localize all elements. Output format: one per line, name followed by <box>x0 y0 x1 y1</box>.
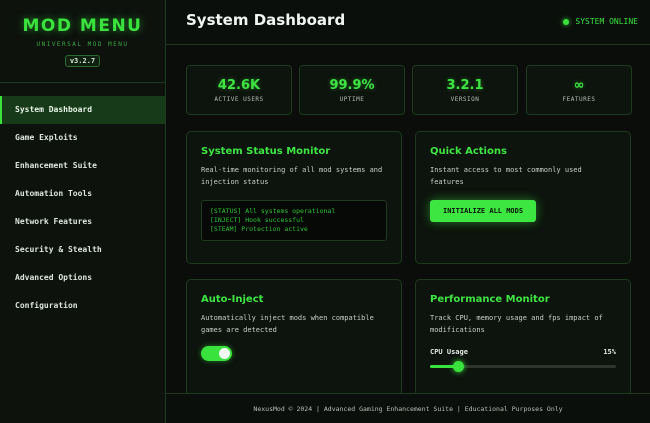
stat-card-version: 3.2.1 VERSION <box>412 65 518 115</box>
brand-header: MOD MENU UNIVERSAL MOD MENU v3.2.7 <box>0 0 165 83</box>
version-badge: v3.2.7 <box>64 55 101 67</box>
stat-card-uptime: 99.9% UPTIME <box>299 65 405 115</box>
sidebar: MOD MENU UNIVERSAL MOD MENU v3.2.7 Syste… <box>0 0 166 423</box>
sidebar-item-configuration[interactable]: Configuration <box>0 292 165 320</box>
card-title: System Status Monitor <box>201 146 331 157</box>
cpu-usage-value: 15% <box>603 348 616 356</box>
cpu-usage-slider[interactable] <box>430 361 616 372</box>
stat-card-active-users: 42.6K ACTIVE USERS <box>186 65 292 115</box>
card-title: Auto-Inject <box>201 294 264 305</box>
footer: NexusMod © 2024 | Advanced Gaming Enhanc… <box>166 393 650 423</box>
app-subtitle: UNIVERSAL MOD MENU <box>36 41 129 48</box>
stat-value: 42.6K <box>217 78 261 93</box>
card-title: Performance Monitor <box>430 294 550 305</box>
status-monitor-card: System Status Monitor Real-time monitori… <box>186 131 402 264</box>
stat-value: 3.2.1 <box>446 78 484 93</box>
sidebar-item-system-dashboard[interactable]: System Dashboard <box>0 96 165 124</box>
page-title: System Dashboard <box>186 11 346 29</box>
toggle-knob <box>219 348 230 359</box>
stat-label: UPTIME <box>339 96 365 103</box>
performance-monitor-card: Performance Monitor Track CPU, memory us… <box>415 279 631 396</box>
log-line: [STEAM] Protection active <box>210 225 308 233</box>
card-description: Real-time monitoring of all mod systems … <box>201 166 383 186</box>
stat-label: VERSION <box>450 96 480 103</box>
auto-inject-card: Auto-Inject Automatically inject mods wh… <box>186 279 402 396</box>
quick-actions-card: Quick Actions Instant access to most com… <box>415 131 631 264</box>
sidebar-item-enhancement-suite[interactable]: Enhancement Suite <box>0 152 165 180</box>
top-header: System Dashboard SYSTEM ONLINE <box>166 0 650 45</box>
stat-card-features: ∞ FEATURES <box>526 65 632 115</box>
auto-inject-toggle[interactable] <box>201 346 232 361</box>
sidebar-item-automation-tools[interactable]: Automation Tools <box>0 180 165 208</box>
sidebar-item-advanced-options[interactable]: Advanced Options <box>0 264 165 292</box>
log-line: [STATUS] All systems operational <box>210 207 336 215</box>
card-title: Quick Actions <box>430 146 507 157</box>
cpu-usage-row: CPU Usage 15% <box>430 348 616 356</box>
sidebar-item-network-features[interactable]: Network Features <box>0 208 165 236</box>
stat-value: ∞ <box>573 78 585 93</box>
card-description: Track CPU, memory usage and fps impact o… <box>430 314 603 334</box>
app-logo-title: MOD MENU <box>22 16 143 36</box>
cpu-usage-slider-thumb[interactable] <box>452 361 464 372</box>
card-description: Instant access to most commonly used fea… <box>430 166 582 186</box>
system-status-indicator: SYSTEM ONLINE <box>563 17 638 26</box>
log-line: [INJECT] Hook successful <box>210 216 304 224</box>
stat-label: FEATURES <box>562 96 596 103</box>
status-console: [STATUS] All systems operational [INJECT… <box>201 200 387 241</box>
stat-label: ACTIVE USERS <box>214 96 264 103</box>
system-status-label: SYSTEM ONLINE <box>575 17 638 26</box>
card-description: Automatically inject mods when compatibl… <box>201 314 374 334</box>
sidebar-item-security-stealth[interactable]: Security & Stealth <box>0 236 165 264</box>
sidebar-item-game-exploits[interactable]: Game Exploits <box>0 124 165 152</box>
status-dot-icon <box>563 18 570 25</box>
cpu-usage-label: CPU Usage <box>430 348 468 356</box>
stat-value: 99.9% <box>329 78 375 93</box>
sidebar-nav: System Dashboard Game Exploits Enhanceme… <box>0 96 165 320</box>
initialize-all-mods-button[interactable]: INITIALIZE ALL MODS <box>430 200 537 222</box>
